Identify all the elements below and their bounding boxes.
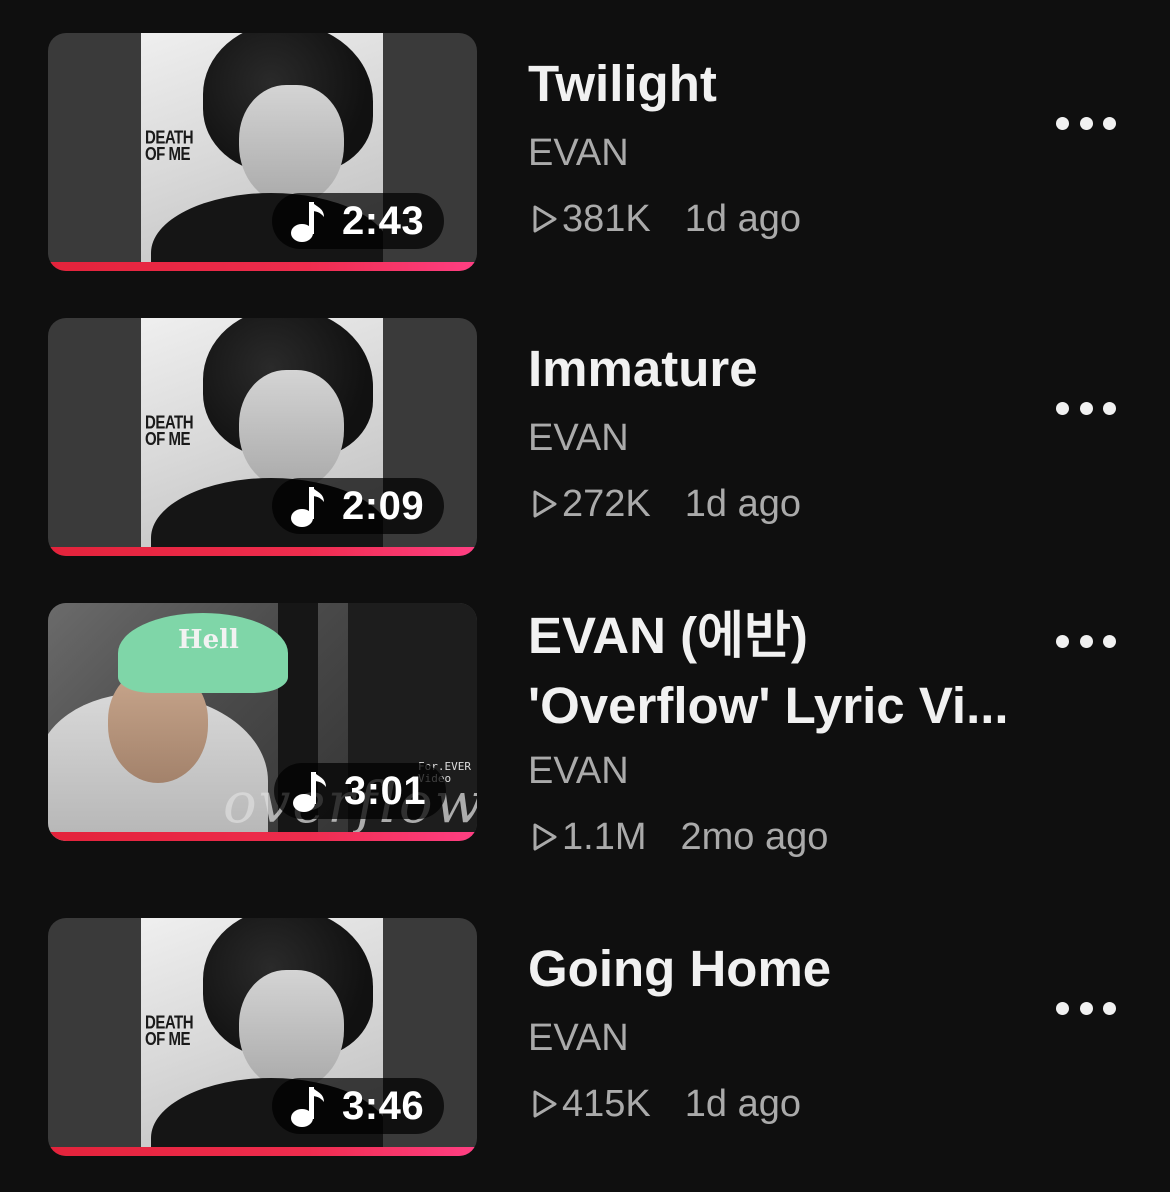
video-list: DEATH OF ME 2:43 Twilight EVAN 381K 1d a… [0,0,1170,1192]
more-options-button[interactable] [1056,990,1116,1026]
more-horizontal-icon [1056,401,1069,415]
music-note-icon [290,199,328,243]
more-horizontal-icon [1056,1001,1069,1015]
video-thumbnail[interactable]: DEATH OF ME 3:46 [48,918,477,1156]
duration-text: 2:09 [342,483,425,528]
play-outline-icon [533,1090,557,1118]
video-meta: 1.1M 2mo ago [528,813,1048,861]
video-thumbnail[interactable]: Hell overflow For.EVER Video 3:01 [48,603,477,841]
duration-text: 3:01 [344,768,427,813]
duration-badge: 2:09 [272,478,445,534]
channel-name[interactable]: EVAN [528,1014,1048,1062]
video-title[interactable]: Going Home [528,936,1048,1002]
watch-progress-bar [48,832,477,841]
upload-age: 1d ago [684,483,801,525]
video-title-line-1[interactable]: EVAN (에반) [528,603,1048,669]
upload-age: 2mo ago [680,816,829,858]
album-logo-text: DEATH OF ME [145,412,194,450]
view-count: 1.1M [562,816,647,858]
video-title[interactable]: Immature [528,336,1048,402]
view-count: 381K [562,198,651,240]
video-meta: 381K 1d ago [528,195,1048,243]
channel-name[interactable]: EVAN [528,747,1048,795]
video-info[interactable]: Twilight EVAN 381K 1d ago [528,51,1048,243]
channel-name[interactable]: EVAN [528,414,1048,462]
music-note-icon [290,1084,328,1128]
watch-progress-bar [48,1147,477,1156]
video-title[interactable]: Twilight [528,51,1048,117]
music-note-icon [290,484,328,528]
more-horizontal-icon [1056,116,1069,130]
play-outline-icon [533,823,557,851]
album-logo-text: DEATH OF ME [145,1012,194,1050]
watch-progress-bar [48,547,477,556]
video-title-line-2[interactable]: 'Overflow' Lyric Vi... [528,673,1048,739]
more-options-button[interactable] [1056,390,1116,426]
video-meta: 415K 1d ago [528,1080,1048,1128]
play-outline-icon [533,205,557,233]
more-horizontal-icon [1056,634,1069,648]
video-thumbnail[interactable]: DEATH OF ME 2:43 [48,33,477,271]
music-note-icon [292,769,330,813]
video-info[interactable]: EVAN (에반) 'Overflow' Lyric Vi... EVAN 1.… [528,603,1048,861]
duration-text: 3:46 [342,1083,425,1128]
video-item[interactable]: DEATH OF ME 3:46 Going Home EVAN 415K 1d… [0,918,1170,1158]
duration-text: 2:43 [342,198,425,243]
upload-age: 1d ago [684,1083,801,1125]
more-options-button[interactable] [1056,105,1116,141]
view-count: 272K [562,483,651,525]
cap-text: Hell [178,625,239,655]
video-info[interactable]: Going Home EVAN 415K 1d ago [528,936,1048,1128]
view-count: 415K [562,1083,651,1125]
duration-badge: 3:01 [274,763,447,819]
watch-progress-bar [48,262,477,271]
duration-badge: 3:46 [272,1078,445,1134]
upload-age: 1d ago [684,198,801,240]
duration-badge: 2:43 [272,193,445,249]
video-item[interactable]: Hell overflow For.EVER Video 3:01 EVAN (… [0,603,1170,858]
video-meta: 272K 1d ago [528,480,1048,528]
more-options-button[interactable] [1056,623,1116,659]
channel-name[interactable]: EVAN [528,129,1048,177]
video-thumbnail[interactable]: DEATH OF ME 2:09 [48,318,477,556]
video-info[interactable]: Immature EVAN 272K 1d ago [528,336,1048,528]
album-logo-text: DEATH OF ME [145,127,194,165]
play-outline-icon [533,490,557,518]
video-item[interactable]: DEATH OF ME 2:09 Immature EVAN 272K 1d a… [0,318,1170,558]
video-item[interactable]: DEATH OF ME 2:43 Twilight EVAN 381K 1d a… [0,33,1170,273]
